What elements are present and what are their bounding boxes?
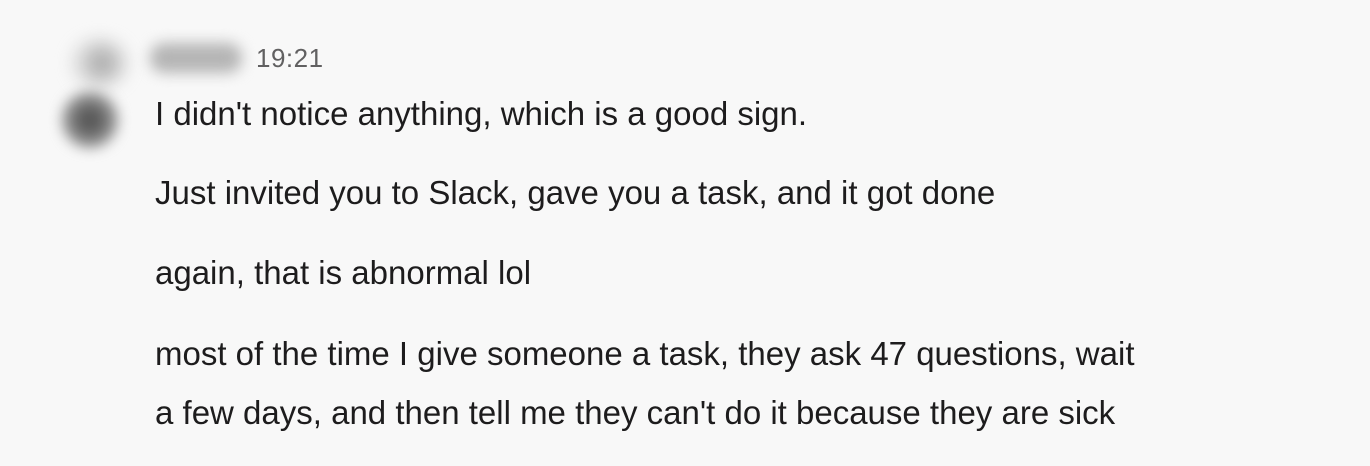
message-text-line: most of the time I give someone a task, … — [155, 335, 1135, 372]
sender-name-blurred[interactable] — [150, 43, 242, 73]
user-avatar[interactable] — [30, 30, 130, 150]
message-text-line: I didn't notice anything, which is a goo… — [155, 95, 808, 132]
message-text-line: Just invited you to Slack, gave you a ta… — [155, 174, 996, 211]
chat-message: 19:21 I didn't notice anything, which is… — [0, 0, 1370, 466]
message-text-line: again, that is abnormal lol — [155, 254, 532, 291]
message-timestamp[interactable]: 19:21 — [256, 43, 324, 74]
chat-message-pane: 19:21 I didn't notice anything, which is… — [0, 0, 1370, 466]
avatar-blur-top — [70, 38, 128, 88]
avatar-blur-bottom — [60, 90, 120, 150]
message-header: 19:21 — [150, 36, 324, 80]
message-text-line: a few days, and then tell me they can't … — [155, 394, 1116, 431]
